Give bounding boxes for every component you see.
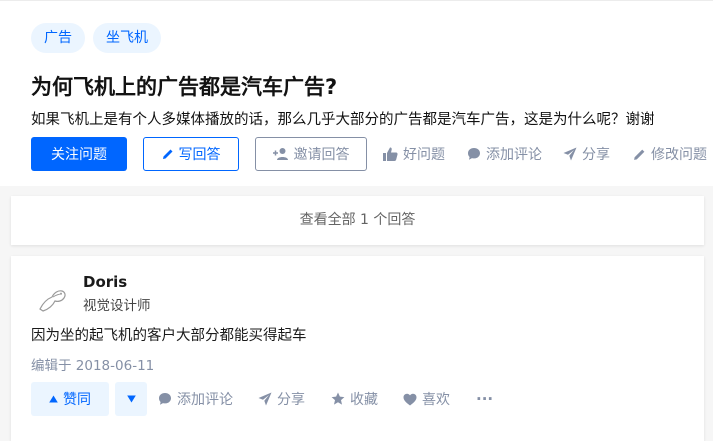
invite-answer-label: 邀请回答: [293, 147, 350, 163]
author-name[interactable]: Doris: [83, 273, 127, 291]
edit-question-label: 修改问题: [651, 147, 707, 163]
triangle-down-icon: [126, 395, 136, 403]
author-bio: 视觉设计师: [83, 298, 151, 314]
question-card: 广告 坐飞机 为何飞机上的广告都是汽车广告? 如果飞机上是有个人多媒体播放的话，…: [0, 0, 713, 186]
good-question-button[interactable]: 好问题: [383, 137, 445, 171]
edit-question-button[interactable]: 修改问题: [633, 137, 707, 171]
pencil-icon: [162, 149, 172, 159]
share-button[interactable]: 分享: [563, 137, 610, 171]
answer-share-button[interactable]: 分享: [258, 382, 305, 416]
add-user-icon: [272, 148, 288, 160]
avatar[interactable]: [35, 281, 73, 319]
thumbs-up-icon: [383, 147, 398, 161]
answer-add-comment-label: 添加评论: [177, 392, 233, 408]
more-button[interactable]: ···: [476, 382, 493, 416]
question-detail: 如果飞机上是有个人多媒体播放的话，那么几乎大部分的广告都是汽车广告，这是为什么呢…: [31, 112, 655, 128]
add-comment-label: 添加评论: [486, 147, 542, 163]
edited-time[interactable]: 编辑于 2018-06-11: [31, 354, 154, 374]
share-label: 分享: [582, 147, 610, 163]
triangle-up-icon: [49, 395, 58, 403]
upvote-label: 赞同: [63, 392, 91, 408]
collect-button[interactable]: 收藏: [331, 382, 378, 416]
view-all-answers-button[interactable]: 查看全部 1 个回答: [11, 196, 704, 245]
upvote-button[interactable]: 赞同: [31, 382, 109, 416]
topic-tag[interactable]: 广告: [31, 23, 85, 53]
write-answer-label: 写回答: [178, 147, 221, 163]
answer-add-comment-button[interactable]: 添加评论: [158, 382, 233, 416]
paper-plane-icon: [258, 392, 272, 406]
question-title[interactable]: 为何飞机上的广告都是汽车广告?: [31, 71, 337, 101]
star-icon: [331, 392, 345, 405]
like-button[interactable]: 喜欢: [403, 382, 450, 416]
answer-content: 因为坐的起飞机的客户大部分都能买得起车: [31, 328, 307, 344]
collect-label: 收藏: [350, 392, 378, 408]
follow-question-button[interactable]: 关注问题: [31, 137, 127, 171]
comment-icon: [159, 393, 171, 405]
question-actions: 关注问题 写回答 邀请回答: [31, 137, 367, 171]
answer-share-label: 分享: [277, 392, 305, 408]
good-question-label: 好问题: [403, 147, 445, 163]
add-comment-button[interactable]: 添加评论: [467, 137, 542, 171]
topic-tag[interactable]: 坐飞机: [93, 23, 161, 53]
topic-tags: 广告 坐飞机: [31, 23, 161, 53]
comment-icon: [468, 148, 480, 160]
answer-card: Doris 视觉设计师 因为坐的起飞机的客户大部分都能买得起车 编辑于 2018…: [11, 256, 704, 441]
invite-answer-button[interactable]: 邀请回答: [255, 137, 367, 171]
downvote-button[interactable]: [115, 382, 147, 416]
pencil-icon: [634, 149, 645, 160]
write-answer-button[interactable]: 写回答: [143, 137, 239, 171]
paper-plane-icon: [563, 147, 577, 161]
like-label: 喜欢: [422, 392, 450, 408]
heart-icon: [403, 393, 417, 405]
